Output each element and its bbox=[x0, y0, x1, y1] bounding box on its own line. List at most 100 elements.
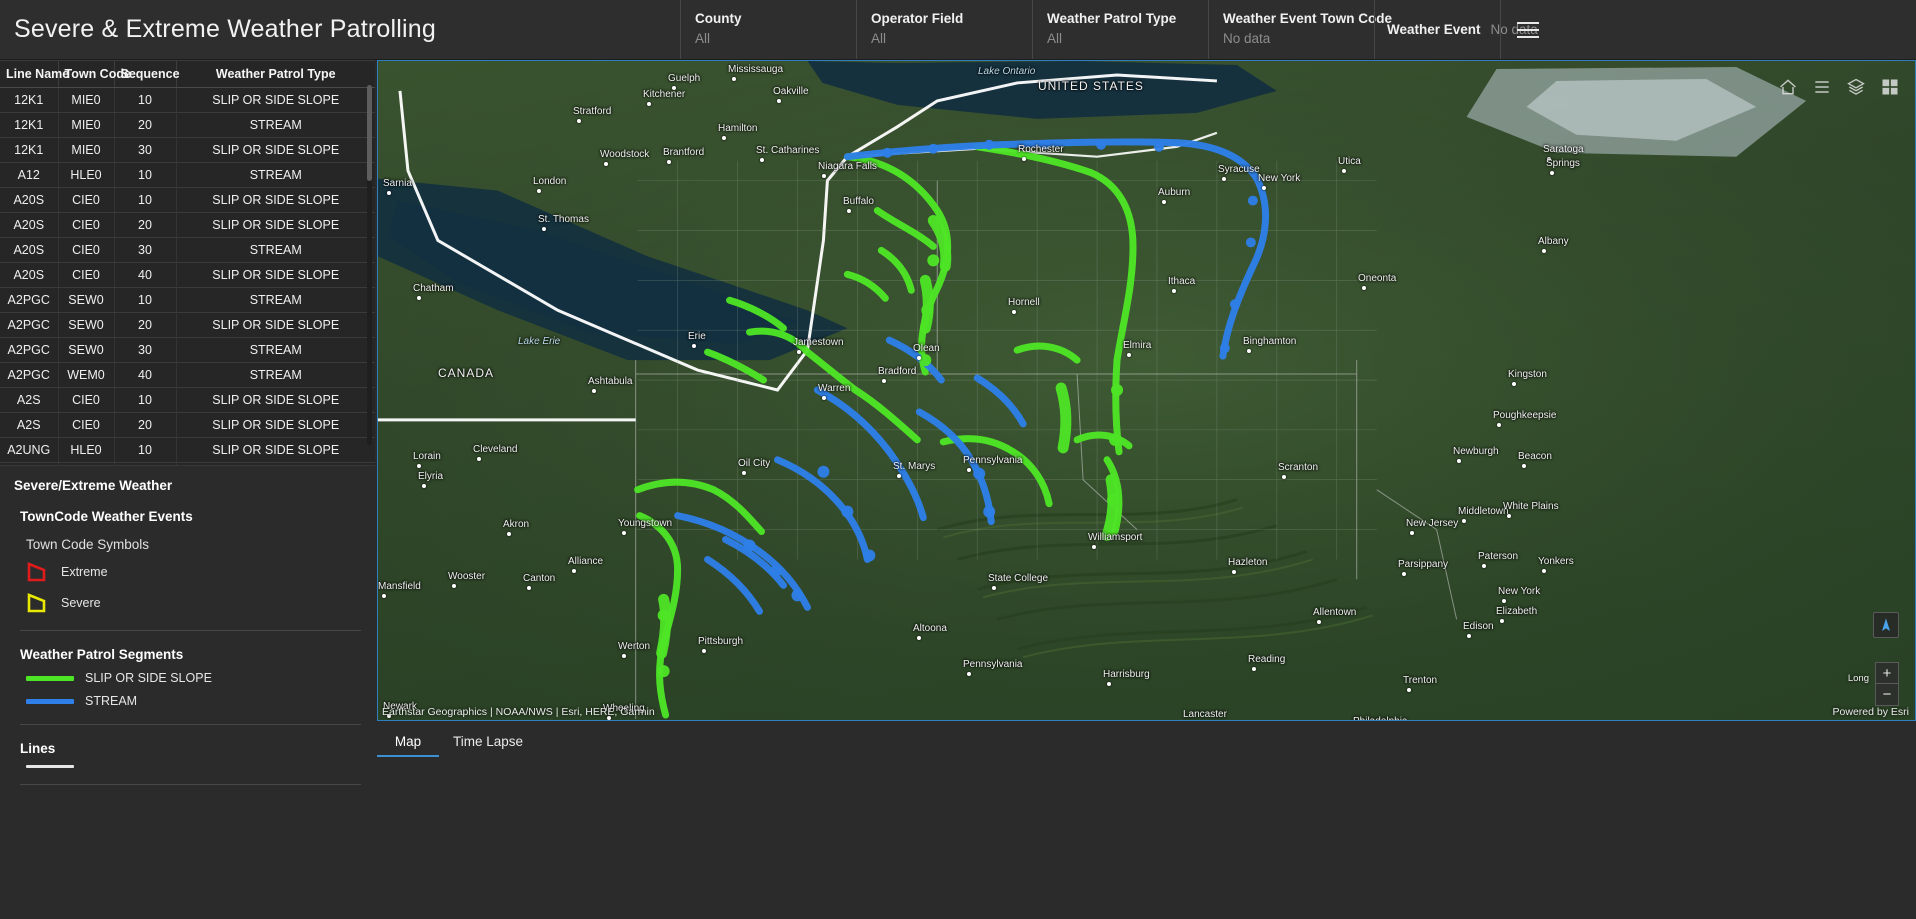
table-row[interactable]: A2SCIE010SLIP OR SIDE SLOPE bbox=[0, 388, 375, 413]
cell-line-name: 12K1 bbox=[0, 88, 58, 113]
map-city-dot bbox=[1362, 286, 1366, 290]
map-city-dot bbox=[527, 586, 531, 590]
extreme-polygon-icon bbox=[26, 561, 50, 583]
zoom-in-button[interactable]: + bbox=[1875, 662, 1899, 684]
map-label: UNITED STATES bbox=[1038, 79, 1144, 93]
table-row[interactable]: A20SCIE040SLIP OR SIDE SLOPE bbox=[0, 263, 375, 288]
map-label: Kitchener bbox=[643, 89, 685, 100]
column-header-town-code[interactable]: Town Code bbox=[58, 61, 114, 88]
home-icon[interactable] bbox=[1777, 77, 1799, 97]
map-label: Youngstown bbox=[618, 518, 672, 529]
weather-patrol-table-container[interactable]: Line Name Town Code Sequence Weather Pat… bbox=[0, 60, 375, 465]
filter-weather-event-town-code[interactable]: Weather Event Town Code No data bbox=[1208, 0, 1374, 59]
filter-county[interactable]: County All bbox=[680, 0, 856, 59]
map-city-dot bbox=[477, 457, 481, 461]
cell-line-name: A2S bbox=[0, 413, 58, 438]
filter-operator-field[interactable]: Operator Field All bbox=[856, 0, 1032, 59]
map-city-dot bbox=[797, 350, 801, 354]
cell-weather-patrol-type: STREAM bbox=[176, 163, 375, 188]
map-city-dot bbox=[1247, 349, 1251, 353]
list-icon[interactable] bbox=[1811, 77, 1833, 97]
legend-item-lines[interactable] bbox=[0, 756, 375, 768]
filter-weather-event[interactable]: Weather Event No data bbox=[1374, 0, 1500, 59]
cell-town-code: MIE0 bbox=[58, 138, 114, 163]
table-row[interactable]: A2PGCSEW010STREAM bbox=[0, 288, 375, 313]
table-row[interactable]: A2PGCWEM040STREAM bbox=[0, 363, 375, 388]
map-city-dot bbox=[1282, 475, 1286, 479]
map-city-dot bbox=[382, 594, 386, 598]
basemap-grid-icon[interactable] bbox=[1879, 77, 1901, 97]
map-label: St. Marys bbox=[893, 461, 935, 472]
lines-line-swatch bbox=[26, 765, 74, 768]
map-label: Woodstock bbox=[600, 149, 649, 160]
map-city-dot bbox=[1407, 688, 1411, 692]
table-row[interactable]: A20SCIE030STREAM bbox=[0, 238, 375, 263]
map-label: Oakville bbox=[773, 86, 809, 97]
map-label: Lancaster bbox=[1183, 709, 1227, 720]
cell-weather-patrol-type: SLIP OR SIDE SLOPE bbox=[176, 313, 375, 338]
filter-operator-field-value: All bbox=[871, 31, 1032, 46]
legend-divider-3 bbox=[20, 784, 361, 785]
map-city-dot bbox=[967, 468, 971, 472]
map-view[interactable]: Lake OntarioUNITED STATESGuelphMississau… bbox=[377, 60, 1916, 721]
map-label: Harrisburg bbox=[1103, 669, 1150, 680]
map-city-dot bbox=[507, 532, 511, 536]
severe-polygon-icon bbox=[26, 592, 50, 614]
map-label: Kingston bbox=[1508, 369, 1547, 380]
table-row[interactable]: 12K1MIE010SLIP OR SIDE SLOPE bbox=[0, 88, 375, 113]
cell-line-name: 12K1 bbox=[0, 138, 58, 163]
table-row[interactable]: A2PGCSEW020SLIP OR SIDE SLOPE bbox=[0, 313, 375, 338]
cell-weather-patrol-type: SLIP OR SIDE SLOPE bbox=[176, 413, 375, 438]
map-label: Saratoga bbox=[1543, 144, 1584, 155]
cell-sequence: 30 bbox=[114, 338, 176, 363]
table-row[interactable]: A2SCIE020SLIP OR SIDE SLOPE bbox=[0, 413, 375, 438]
filter-weather-patrol-type[interactable]: Weather Patrol Type All bbox=[1032, 0, 1208, 59]
map-city-dot bbox=[967, 672, 971, 676]
column-header-line-name[interactable]: Line Name bbox=[0, 61, 58, 88]
legend-item-slip-or-side-slope[interactable]: SLIP OR SIDE SLOPE bbox=[0, 662, 375, 685]
tab-time-lapse[interactable]: Time Lapse bbox=[439, 728, 537, 757]
column-header-weather-patrol-type[interactable]: Weather Patrol Type bbox=[176, 61, 375, 88]
map-scale-bar: Long bbox=[1848, 673, 1869, 684]
tab-map[interactable]: Map bbox=[377, 728, 439, 757]
map-label: Altoona bbox=[913, 623, 947, 634]
map-label: Guelph bbox=[668, 73, 700, 84]
map-city-dot bbox=[692, 344, 696, 348]
legend-item-extreme[interactable]: Extreme bbox=[0, 552, 375, 583]
map-label: Trenton bbox=[1403, 675, 1437, 686]
map-label: White Plains bbox=[1503, 501, 1559, 512]
map-label: New York bbox=[1498, 586, 1540, 597]
table-row[interactable]: A2UNGHLE010SLIP OR SIDE SLOPE bbox=[0, 438, 375, 463]
map-city-dot bbox=[1512, 382, 1516, 386]
map-label: Werton bbox=[618, 641, 650, 652]
map-label: Utica bbox=[1338, 156, 1361, 167]
table-row[interactable]: A12HLE010STREAM bbox=[0, 163, 375, 188]
map-label: Warren bbox=[818, 383, 850, 394]
table-row[interactable]: 12K1MIE030SLIP OR SIDE SLOPE bbox=[0, 138, 375, 163]
table-scrollbar[interactable] bbox=[367, 85, 372, 445]
table-row[interactable]: A2PGCSEW030STREAM bbox=[0, 338, 375, 363]
map-label: Williamsport bbox=[1088, 532, 1142, 543]
zoom-out-button[interactable]: − bbox=[1875, 684, 1899, 706]
locate-button[interactable] bbox=[1873, 612, 1899, 638]
cell-sequence: 40 bbox=[114, 363, 176, 388]
table-row[interactable]: A20SCIE020SLIP OR SIDE SLOPE bbox=[0, 213, 375, 238]
map-city-dot bbox=[992, 586, 996, 590]
column-header-sequence[interactable]: Sequence bbox=[114, 61, 176, 88]
legend-item-stream[interactable]: STREAM bbox=[0, 685, 375, 708]
map-label: Newburgh bbox=[1453, 446, 1499, 457]
map-city-dot bbox=[1507, 514, 1511, 518]
map-label: Pennsylvania bbox=[963, 455, 1022, 466]
filter-weather-patrol-type-label: Weather Patrol Type bbox=[1047, 11, 1208, 26]
cell-weather-patrol-type: STREAM bbox=[176, 238, 375, 263]
table-row[interactable]: 12K1MIE020STREAM bbox=[0, 113, 375, 138]
zoom-controls: + − bbox=[1875, 662, 1899, 706]
cell-weather-patrol-type: SLIP OR SIDE SLOPE bbox=[176, 138, 375, 163]
layers-icon[interactable] bbox=[1845, 77, 1867, 97]
map-city-dot bbox=[667, 160, 671, 164]
cell-town-code: MIE0 bbox=[58, 88, 114, 113]
legend-item-severe[interactable]: Severe bbox=[0, 583, 375, 614]
table-row[interactable]: A20SCIE010SLIP OR SIDE SLOPE bbox=[0, 188, 375, 213]
cell-sequence: 30 bbox=[114, 238, 176, 263]
hamburger-menu-button[interactable] bbox=[1500, 0, 1554, 59]
